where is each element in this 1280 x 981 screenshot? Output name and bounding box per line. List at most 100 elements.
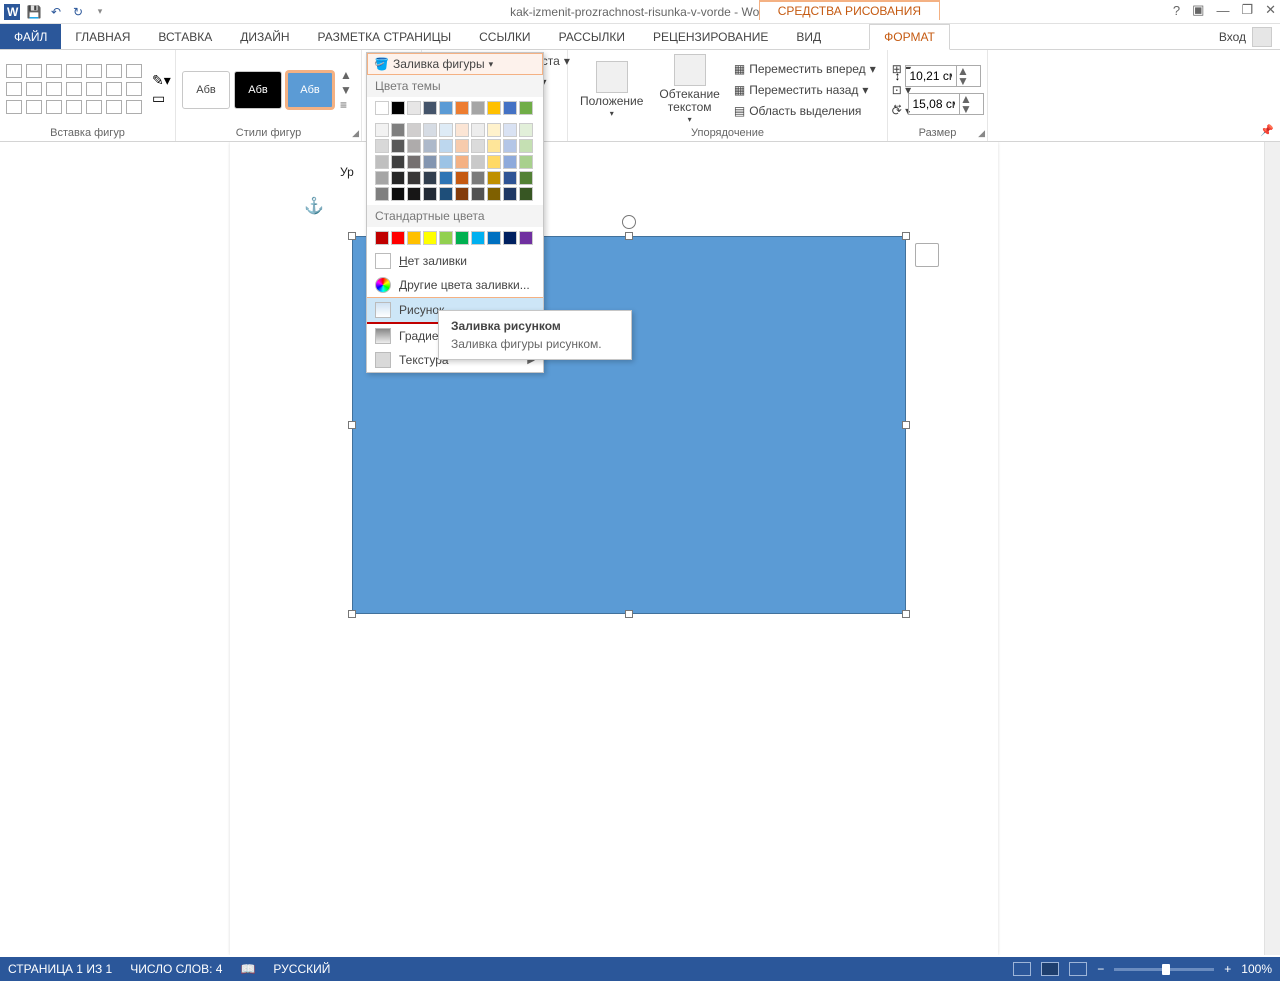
- color-swatch[interactable]: [439, 123, 453, 137]
- zoom-in-icon[interactable]: +: [1224, 962, 1231, 976]
- color-swatch[interactable]: [423, 171, 437, 185]
- color-swatch[interactable]: [455, 139, 469, 153]
- color-swatch[interactable]: [503, 231, 517, 245]
- collapse-ribbon-icon[interactable]: 📌: [1260, 124, 1274, 137]
- web-layout-icon[interactable]: [1069, 962, 1087, 976]
- resize-handle[interactable]: [348, 610, 356, 618]
- color-swatch[interactable]: [519, 187, 533, 201]
- color-swatch[interactable]: [471, 231, 485, 245]
- color-swatch[interactable]: [375, 139, 389, 153]
- color-swatch[interactable]: [455, 171, 469, 185]
- resize-handle[interactable]: [348, 421, 356, 429]
- gallery-down-icon[interactable]: ▼: [340, 83, 352, 97]
- color-swatch[interactable]: [455, 187, 469, 201]
- text-box-icon[interactable]: ▭: [152, 90, 171, 107]
- color-swatch[interactable]: [455, 155, 469, 169]
- no-fill-item[interactable]: ННет заливкиет заливки: [367, 249, 543, 273]
- resize-handle[interactable]: [625, 610, 633, 618]
- resize-handle[interactable]: [348, 232, 356, 240]
- tab-view[interactable]: ВИД: [782, 24, 835, 49]
- color-swatch[interactable]: [519, 139, 533, 153]
- dialog-launcher-icon[interactable]: ◢: [352, 128, 359, 139]
- color-swatch[interactable]: [471, 187, 485, 201]
- zoom-slider[interactable]: [1114, 968, 1214, 971]
- color-swatch[interactable]: [503, 187, 517, 201]
- layout-options-icon[interactable]: [915, 243, 939, 267]
- read-mode-icon[interactable]: [1013, 962, 1031, 976]
- resize-handle[interactable]: [625, 232, 633, 240]
- ribbon-options-icon[interactable]: ▣: [1192, 2, 1204, 18]
- color-swatch[interactable]: [407, 123, 421, 137]
- tab-references[interactable]: ССЫЛКИ: [465, 24, 544, 49]
- color-swatch[interactable]: [423, 101, 437, 115]
- color-swatch[interactable]: [503, 171, 517, 185]
- color-swatch[interactable]: [487, 101, 501, 115]
- undo-icon[interactable]: ↶: [48, 4, 64, 20]
- color-swatch[interactable]: [423, 139, 437, 153]
- color-swatch[interactable]: [455, 123, 469, 137]
- width-field[interactable]: [909, 97, 959, 111]
- rotate-handle[interactable]: [622, 215, 636, 229]
- resize-handle[interactable]: [902, 232, 910, 240]
- color-swatch[interactable]: [375, 171, 389, 185]
- resize-handle[interactable]: [902, 610, 910, 618]
- color-swatch[interactable]: [375, 123, 389, 137]
- resize-handle[interactable]: [902, 421, 910, 429]
- color-swatch[interactable]: [423, 155, 437, 169]
- color-swatch[interactable]: [455, 231, 469, 245]
- maximize-icon[interactable]: ❐: [1241, 2, 1253, 18]
- color-swatch[interactable]: [439, 155, 453, 169]
- color-swatch[interactable]: [407, 187, 421, 201]
- color-swatch[interactable]: [519, 231, 533, 245]
- color-swatch[interactable]: [487, 139, 501, 153]
- sign-in[interactable]: Вход: [1219, 24, 1272, 50]
- send-backward-button[interactable]: ▦Переместить назад ▾: [730, 81, 880, 99]
- height-field[interactable]: [906, 69, 956, 83]
- shapes-gallery[interactable]: [6, 64, 144, 116]
- style-preview-3[interactable]: Абв: [286, 71, 334, 109]
- color-swatch[interactable]: [519, 171, 533, 185]
- status-words[interactable]: ЧИСЛО СЛОВ: 4: [130, 962, 222, 976]
- color-swatch[interactable]: [455, 101, 469, 115]
- position-button[interactable]: Положение▾: [574, 59, 649, 121]
- color-swatch[interactable]: [391, 187, 405, 201]
- color-swatch[interactable]: [407, 101, 421, 115]
- color-swatch[interactable]: [471, 171, 485, 185]
- color-swatch[interactable]: [407, 139, 421, 153]
- color-swatch[interactable]: [391, 155, 405, 169]
- color-swatch[interactable]: [407, 231, 421, 245]
- qat-customize-icon[interactable]: ▾: [92, 4, 108, 20]
- color-swatch[interactable]: [439, 187, 453, 201]
- help-icon[interactable]: ?: [1173, 3, 1180, 18]
- color-swatch[interactable]: [423, 187, 437, 201]
- color-swatch[interactable]: [391, 231, 405, 245]
- tab-mailings[interactable]: РАССЫЛКИ: [545, 24, 639, 49]
- color-swatch[interactable]: [375, 155, 389, 169]
- color-swatch[interactable]: [487, 187, 501, 201]
- color-swatch[interactable]: [407, 155, 421, 169]
- zoom-out-icon[interactable]: −: [1097, 962, 1104, 976]
- bring-forward-button[interactable]: ▦Переместить вперед ▾: [730, 60, 880, 78]
- selection-pane-button[interactable]: ▤Область выделения: [730, 102, 880, 120]
- height-input[interactable]: ▲▼: [905, 65, 981, 87]
- vertical-scrollbar[interactable]: [1264, 142, 1280, 955]
- edit-shape-icon[interactable]: ✎▾: [152, 72, 171, 89]
- zoom-level[interactable]: 100%: [1241, 962, 1272, 976]
- spin-down-icon[interactable]: ▼: [957, 76, 970, 86]
- color-swatch[interactable]: [487, 171, 501, 185]
- color-swatch[interactable]: [519, 101, 533, 115]
- status-page[interactable]: СТРАНИЦА 1 ИЗ 1: [8, 962, 112, 976]
- print-layout-icon[interactable]: [1041, 962, 1059, 976]
- spin-down-icon[interactable]: ▼: [960, 104, 973, 114]
- color-swatch[interactable]: [439, 171, 453, 185]
- gallery-up-icon[interactable]: ▲: [340, 68, 352, 82]
- color-swatch[interactable]: [375, 187, 389, 201]
- color-swatch[interactable]: [423, 123, 437, 137]
- color-swatch[interactable]: [471, 123, 485, 137]
- color-swatch[interactable]: [503, 139, 517, 153]
- color-swatch[interactable]: [391, 171, 405, 185]
- color-swatch[interactable]: [503, 101, 517, 115]
- color-swatch[interactable]: [471, 155, 485, 169]
- minimize-icon[interactable]: —: [1216, 3, 1229, 18]
- gallery-more-icon[interactable]: ≡: [340, 98, 352, 112]
